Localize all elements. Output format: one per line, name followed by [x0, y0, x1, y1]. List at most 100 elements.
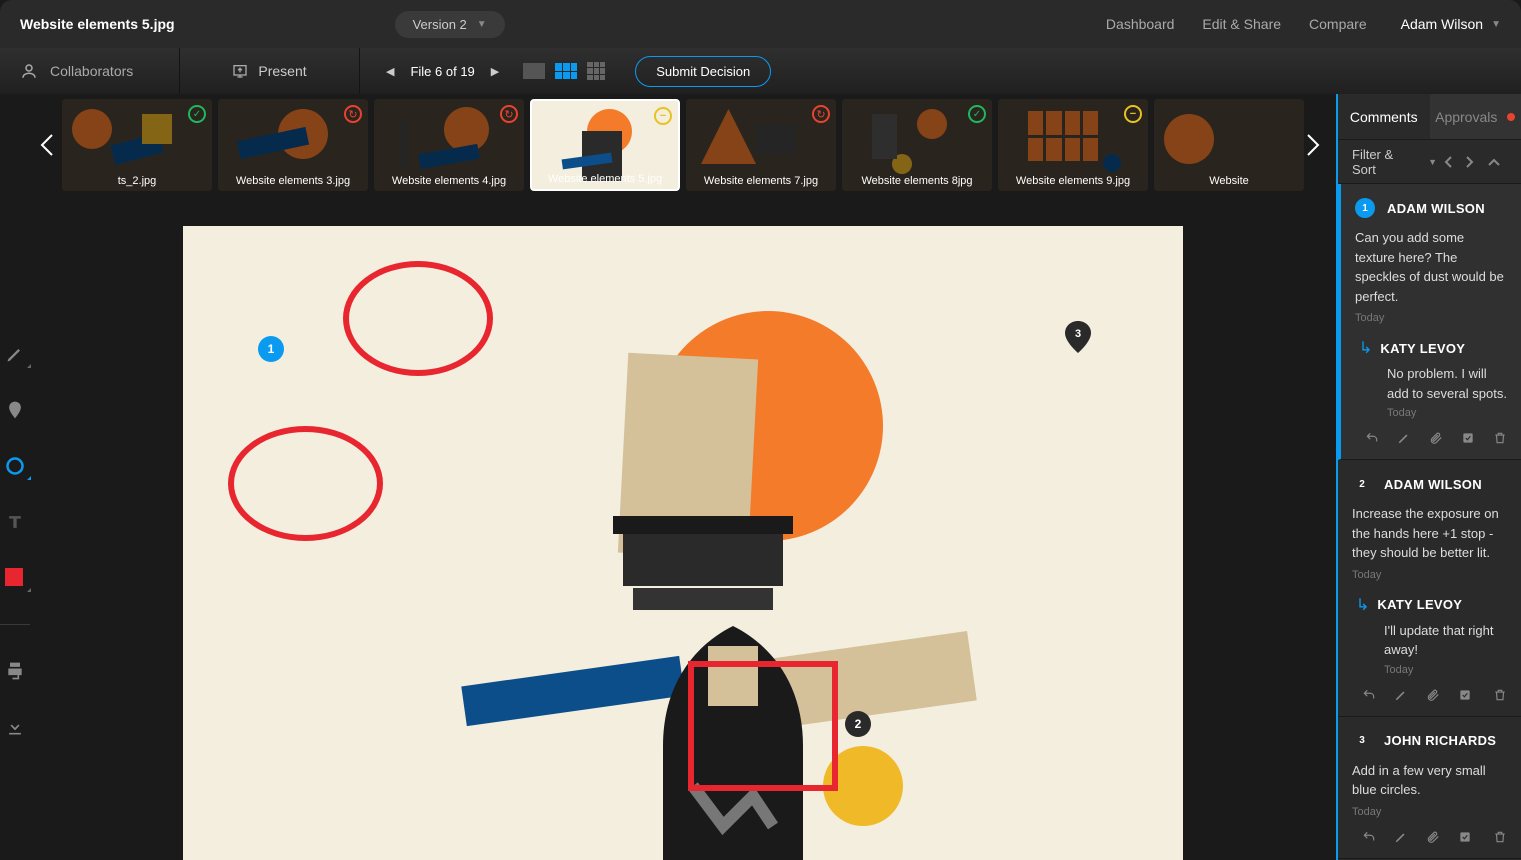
file-counter: File 6 of 19	[410, 64, 474, 79]
thumbnail[interactable]: Website	[1154, 99, 1304, 191]
color-tool[interactable]	[5, 568, 25, 588]
next-file-button[interactable]: ▶	[485, 59, 505, 84]
caret-down-icon: ▼	[1491, 19, 1501, 30]
thumbnail-label: ts_2.jpg	[62, 175, 212, 187]
print-tool[interactable]	[5, 661, 25, 681]
comment-prev-button[interactable]	[1437, 155, 1459, 169]
reply-author: KATY LEVOY	[1380, 341, 1465, 356]
tab-comments[interactable]: Comments	[1338, 94, 1430, 139]
canvas-pin-2[interactable]: 2	[845, 711, 871, 737]
circle-tool[interactable]	[5, 456, 25, 476]
chevron-left-icon	[1443, 155, 1453, 169]
canvas-viewport[interactable]: 1 2 3	[30, 196, 1336, 860]
comment-time: Today	[1355, 312, 1507, 324]
thumbnail-label: Website elements 7.jpg	[686, 175, 836, 187]
toolbar: Collaborators Present ◀ File 6 of 19 ▶ S…	[0, 48, 1521, 94]
print-icon	[5, 661, 25, 681]
present-button[interactable]: Present	[180, 48, 360, 94]
reply-icon[interactable]	[1362, 830, 1376, 844]
tab-approvals[interactable]: Approvals	[1430, 94, 1521, 139]
annotation-rectangle[interactable]	[688, 661, 838, 791]
pin-icon	[5, 400, 25, 420]
top-bar: Website elements 5.jpg Version 2 ▼ Dashb…	[0, 0, 1521, 48]
canvas-pin-1[interactable]: 1	[258, 336, 284, 362]
comment-block[interactable]: 2ADAM WILSONIncrease the exposure on the…	[1338, 460, 1521, 717]
user-menu[interactable]: Adam Wilson ▼	[1401, 16, 1501, 32]
status-pending-icon	[654, 107, 672, 125]
collapse-button[interactable]	[1481, 157, 1507, 167]
pencil-tool[interactable]	[5, 344, 25, 364]
comment-block[interactable]: 3JOHN RICHARDSAdd in a few very small bl…	[1338, 717, 1521, 859]
annotation-ellipse[interactable]	[343, 261, 493, 376]
view-single-button[interactable]	[523, 63, 545, 79]
thumbnail[interactable]: ts_2.jpg	[62, 99, 212, 191]
reply-icon[interactable]	[1362, 688, 1376, 702]
comment-reply: ↳KATY LEVOYI'll update that right away!T…	[1352, 595, 1507, 676]
attach-icon[interactable]	[1429, 431, 1443, 445]
view-grid-button[interactable]	[555, 63, 577, 79]
edit-icon[interactable]	[1394, 830, 1408, 844]
reply-arrow-icon: ↳	[1359, 338, 1372, 358]
reply-body: I'll update that right away!	[1356, 621, 1507, 660]
thumbnail[interactable]: Website elements 9.jpg	[998, 99, 1148, 191]
thumbnail[interactable]: Website elements 3.jpg	[218, 99, 368, 191]
resolve-icon[interactable]	[1458, 688, 1472, 702]
thumbnail[interactable]: Website elements 4.jpg	[374, 99, 524, 191]
canvas: 1 2 3	[183, 226, 1183, 860]
version-selector[interactable]: Version 2 ▼	[395, 11, 505, 38]
prev-file-button[interactable]: ◀	[380, 59, 400, 84]
filter-sort-row: Filter & Sort ▼	[1338, 140, 1521, 184]
comment-pin-number: 3	[1352, 731, 1372, 751]
comment-body: Increase the exposure on the hands here …	[1352, 504, 1507, 563]
present-icon	[232, 63, 248, 79]
filmstrip-prev[interactable]	[38, 131, 62, 159]
nav-dashboard[interactable]: Dashboard	[1106, 16, 1175, 32]
edit-icon[interactable]	[1394, 688, 1408, 702]
resolve-icon[interactable]	[1458, 830, 1472, 844]
comment-next-button[interactable]	[1459, 155, 1481, 169]
delete-icon[interactable]	[1493, 688, 1507, 702]
comment-author: ADAM WILSON	[1384, 477, 1482, 492]
collaborators-button[interactable]: Collaborators	[0, 48, 180, 94]
present-label: Present	[258, 63, 306, 79]
nav-edit-share[interactable]: Edit & Share	[1202, 16, 1281, 32]
delete-icon[interactable]	[1493, 431, 1507, 445]
thumbnail[interactable]: Website elements 7.jpg	[686, 99, 836, 191]
delete-icon[interactable]	[1493, 830, 1507, 844]
annotation-toolbar	[0, 94, 30, 860]
user-name-label: Adam Wilson	[1401, 16, 1483, 32]
thumbnail[interactable]: Website elements 8jpg	[842, 99, 992, 191]
tab-approvals-label: Approvals	[1435, 109, 1497, 125]
status-pending-icon	[1124, 105, 1142, 123]
comment-actions	[1352, 688, 1507, 702]
attach-icon[interactable]	[1426, 688, 1440, 702]
comment-block[interactable]: 1ADAM WILSONCan you add some texture her…	[1338, 184, 1521, 460]
file-name: Website elements 5.jpg	[20, 16, 175, 32]
comment-pin-number: 1	[1355, 198, 1375, 218]
view-tiles-button[interactable]	[587, 62, 605, 80]
submit-decision-button[interactable]: Submit Decision	[635, 56, 771, 87]
annotation-ellipse[interactable]	[228, 426, 383, 541]
comment-time: Today	[1352, 806, 1507, 818]
filter-sort-button[interactable]: Filter & Sort ▼	[1352, 147, 1437, 177]
filmstrip-next[interactable]	[1304, 131, 1328, 159]
nav-compare[interactable]: Compare	[1309, 16, 1367, 32]
download-tool[interactable]	[5, 717, 25, 737]
collaborators-label: Collaborators	[50, 63, 133, 79]
text-tool[interactable]	[5, 512, 25, 532]
thumbnail-label: Website elements 8jpg	[842, 175, 992, 187]
canvas-pin-3[interactable]: 3	[1065, 321, 1091, 353]
attach-icon[interactable]	[1426, 830, 1440, 844]
status-changes-icon	[500, 105, 518, 123]
resolve-icon[interactable]	[1461, 431, 1475, 445]
pencil-icon	[5, 344, 25, 364]
comment-time: Today	[1352, 569, 1507, 581]
thumbnail[interactable]: Website elements 5.jpg	[530, 99, 680, 191]
circle-icon	[5, 456, 25, 476]
reply-body: No problem. I will add to several spots.	[1359, 364, 1507, 403]
download-icon	[5, 717, 25, 737]
edit-icon[interactable]	[1397, 431, 1411, 445]
reply-icon[interactable]	[1365, 431, 1379, 445]
color-swatch-icon	[5, 568, 23, 586]
pin-tool[interactable]	[5, 400, 25, 420]
